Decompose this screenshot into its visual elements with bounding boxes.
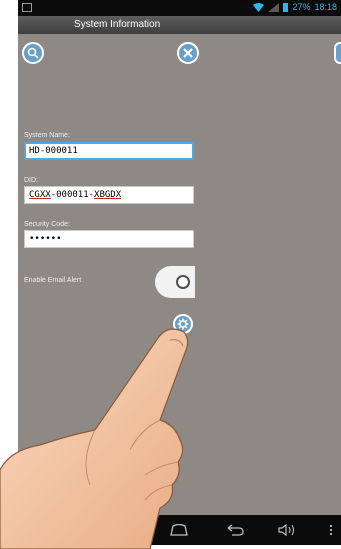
did-input[interactable]: CGXX-000011-XBGDX: [24, 186, 194, 204]
close-button[interactable]: [177, 42, 199, 64]
volume-button[interactable]: [276, 521, 298, 539]
toggle-knob: [176, 275, 190, 289]
status-bar: 27% 18:18: [18, 0, 341, 16]
pointing-hand-illustration: [0, 328, 189, 549]
back-icon: [227, 524, 244, 536]
page-title: System Information: [74, 19, 161, 30]
signal-icon: [268, 2, 280, 12]
did-part-1: CGXX: [29, 190, 51, 200]
battery-percent: 27%: [292, 2, 311, 12]
clock: 18:18: [314, 2, 337, 12]
menu-icon: [329, 524, 333, 536]
system-icons: 27% 18:18: [253, 2, 337, 12]
notification-icon: [22, 3, 32, 12]
email-alert-toggle[interactable]: [155, 266, 195, 298]
did-part-2: -000011-: [50, 190, 95, 200]
menu-button[interactable]: [320, 521, 341, 539]
security-code-label: Security Code:: [24, 221, 70, 228]
title-bar: System Information: [18, 16, 341, 34]
security-code-input[interactable]: ••••••: [24, 230, 194, 248]
search-button[interactable]: [22, 42, 44, 64]
did-part-3: XBGDX: [94, 190, 122, 200]
close-icon: [183, 48, 193, 58]
volume-icon: [278, 524, 295, 536]
back-button[interactable]: [224, 521, 246, 539]
battery-icon: [283, 2, 289, 12]
email-alert-label: Enable Email Alert: [24, 277, 82, 284]
did-label: DID:: [24, 177, 38, 184]
wifi-icon: [253, 2, 265, 12]
system-name-label: System Name:: [24, 132, 70, 139]
system-name-input[interactable]: HD-000011: [24, 142, 194, 160]
phone-screen: 27% 18:18 System Information System Name…: [0, 0, 341, 549]
search-icon: [27, 47, 39, 59]
edge-button[interactable]: [334, 42, 341, 64]
